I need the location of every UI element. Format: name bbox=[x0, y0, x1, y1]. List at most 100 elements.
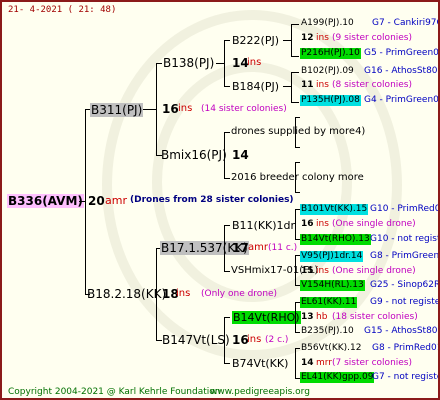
gen4-14-year: 13 bbox=[301, 312, 314, 322]
gen4-queen-4[interactable]: B102(PJ).09 bbox=[301, 67, 354, 76]
gen3-3-arm-top bbox=[295, 117, 300, 118]
gen3-1-connector bbox=[283, 40, 291, 41]
root-code: amr bbox=[105, 194, 127, 207]
gen1-upper-year: 16 bbox=[162, 102, 179, 116]
gen3-queen-4: 2016 breeder colony more bbox=[231, 172, 364, 183]
root-note: (Drones from 28 sister colonies) bbox=[130, 195, 294, 205]
gen4-15-lineage: G15 - AthosSt80R bbox=[364, 326, 440, 336]
gen4-queen-6[interactable]: P135H(PJ).08 bbox=[300, 95, 361, 106]
gen2-3-note: (11 c.) bbox=[268, 243, 298, 253]
pedigree-chart: 21- 4-2021 ( 21: 48) B336(AVM) 20 amr (D… bbox=[0, 0, 440, 400]
gen4-5-note: (8 sister colonies) bbox=[332, 80, 413, 90]
gen2-2-arm-bottom bbox=[224, 178, 230, 179]
gen2-1-arm-bottom bbox=[224, 86, 230, 87]
gen3-4-bracket bbox=[295, 162, 296, 192]
gen3-3-arm-bottom bbox=[295, 147, 300, 148]
gen4-queen-18[interactable]: EL41(KK)gpp.09 bbox=[300, 372, 375, 383]
gen4-14-note: (18 sister colonies) bbox=[332, 312, 418, 322]
gen3-queen-1[interactable]: B222(PJ) bbox=[232, 35, 279, 46]
gen2-4-arm-bottom bbox=[224, 363, 230, 364]
gen2-1-arm-top bbox=[224, 40, 230, 41]
root-bracket bbox=[85, 109, 86, 295]
gen4-queen-13[interactable]: EL61(KK).11 bbox=[300, 297, 358, 308]
gen1-lower-note: (Only one drone) bbox=[201, 289, 278, 299]
gen1-lower-bracket bbox=[156, 248, 157, 340]
gen4-5-year: 11 bbox=[301, 80, 314, 90]
gen3-8-bracket bbox=[295, 348, 296, 378]
gen1-upper-code: ins bbox=[178, 103, 193, 114]
gen1-queen-lower[interactable]: B18.2.18(KK) bbox=[87, 288, 166, 300]
gen4-11-year: 15 bbox=[301, 266, 314, 276]
gen4-8-code: ins bbox=[316, 219, 329, 229]
gen3-2-arm-bottom bbox=[291, 102, 299, 103]
gen2-3-arm-bottom bbox=[224, 271, 230, 272]
gen4-queen-7[interactable]: B101Vt(KK).15 bbox=[300, 204, 369, 215]
header-date: 21- 4-2021 ( 21: 48) bbox=[8, 5, 117, 15]
gen2-4-code: ins bbox=[247, 334, 262, 345]
gen3-7-bracket bbox=[295, 302, 296, 332]
gen3-6-bracket bbox=[295, 255, 296, 285]
gen4-11-note: (One single drone) bbox=[332, 266, 416, 276]
gen4-7-lineage: G10 - PrimRed01 bbox=[370, 204, 440, 214]
gen2-queen-1[interactable]: B138(PJ) bbox=[163, 57, 214, 69]
gen2-2-year: 14 bbox=[232, 148, 249, 162]
gen3-7-arm-bottom bbox=[295, 332, 300, 333]
gen1-upper-connector bbox=[143, 109, 156, 110]
gen3-queen-5[interactable]: B11(KK)1dr bbox=[232, 220, 295, 231]
gen3-queen-7[interactable]: B14Vt(RHO) bbox=[232, 311, 301, 324]
gen3-1-arm-top bbox=[291, 24, 299, 25]
gen4-queen-3[interactable]: P216H(PJ).10 bbox=[300, 48, 361, 59]
gen3-2-bracket bbox=[291, 72, 292, 102]
gen1-queen-upper[interactable]: B311(PJ) bbox=[90, 103, 144, 117]
gen2-2-arm-top bbox=[224, 132, 230, 133]
gen4-queen-12[interactable]: V154H(RL).13 bbox=[300, 280, 365, 291]
gen4-queen-16[interactable]: B56Vt(KK).12 bbox=[301, 344, 361, 353]
gen2-3-code: amr bbox=[248, 242, 268, 253]
gen1-upper-note: (14 sister colonies) bbox=[201, 104, 287, 114]
gen4-2-code: ins bbox=[316, 33, 329, 43]
gen4-6-lineage: G4 - PrimGreen00 bbox=[364, 95, 440, 105]
gen4-queen-1[interactable]: A199(PJ).10 bbox=[301, 19, 354, 28]
gen4-2-year: 12 bbox=[301, 33, 314, 43]
gen4-1-lineage: G7 - Cankiri97Q bbox=[372, 18, 440, 28]
gen2-queen-2[interactable]: Bmix16(PJ) bbox=[161, 149, 227, 161]
gen4-2-note: (9 sister colonies) bbox=[332, 33, 413, 43]
gen4-5-code: ins bbox=[316, 80, 329, 90]
gen3-2-arm-top bbox=[291, 72, 299, 73]
gen4-11-code: ins bbox=[316, 266, 329, 276]
gen2-1-connector bbox=[216, 63, 224, 64]
gen4-17-note: (7 sister colonies) bbox=[332, 358, 413, 368]
gen4-16-lineage: G8 - PrimRed01 bbox=[372, 343, 440, 353]
gen3-queen-3: drones supplied by more4) bbox=[231, 126, 366, 137]
gen2-1-code: ins bbox=[247, 57, 262, 68]
gen4-17-year: 14 bbox=[301, 358, 314, 368]
gen3-queen-8[interactable]: B74Vt(KK) bbox=[232, 358, 288, 369]
gen3-3-bracket bbox=[295, 117, 296, 147]
gen2-queen-4[interactable]: B147Vt(LS) bbox=[162, 334, 230, 346]
gen3-4-arm-bottom bbox=[295, 192, 300, 193]
gen2-4-bracket bbox=[224, 317, 225, 363]
footer-website[interactable]: www.pedigreeapis.org bbox=[210, 388, 310, 397]
gen4-10-lineage: G8 - PrimGreen00 bbox=[370, 251, 440, 261]
gen4-8-year: 16 bbox=[301, 219, 314, 229]
gen3-8-arm-top bbox=[295, 348, 300, 349]
gen3-queen-2[interactable]: B184(PJ) bbox=[232, 81, 279, 92]
gen4-queen-9[interactable]: B14Vt(RHO).13 bbox=[300, 234, 371, 245]
gen4-queen-15[interactable]: B235(PJ).10 bbox=[301, 327, 354, 336]
gen3-5-bracket bbox=[295, 209, 296, 239]
gen4-12-lineage: G25 - Sinop62R bbox=[370, 280, 440, 290]
gen2-3-bracket bbox=[224, 225, 225, 271]
root-year: 20 bbox=[88, 194, 105, 208]
gen2-3-arm-top bbox=[224, 225, 230, 226]
gen4-8-note: (One single drone) bbox=[332, 219, 416, 229]
gen2-4-arm-top bbox=[224, 317, 230, 318]
gen2-1-bracket bbox=[224, 40, 225, 86]
gen4-queen-10[interactable]: V95(PJ)1dr.14 bbox=[300, 251, 364, 262]
root-queen[interactable]: B336(AVM) bbox=[7, 194, 84, 208]
gen4-17-code: mrr bbox=[316, 358, 333, 368]
gen3-2-connector bbox=[283, 86, 291, 87]
footer-copyright: Copyright 2004-2021 @ Karl Kehrle Founda… bbox=[8, 387, 221, 397]
gen2-2-bracket bbox=[224, 132, 225, 178]
gen4-18-lineage: G7 - not registe bbox=[372, 372, 440, 382]
gen1-lower-code: ins bbox=[176, 288, 191, 299]
